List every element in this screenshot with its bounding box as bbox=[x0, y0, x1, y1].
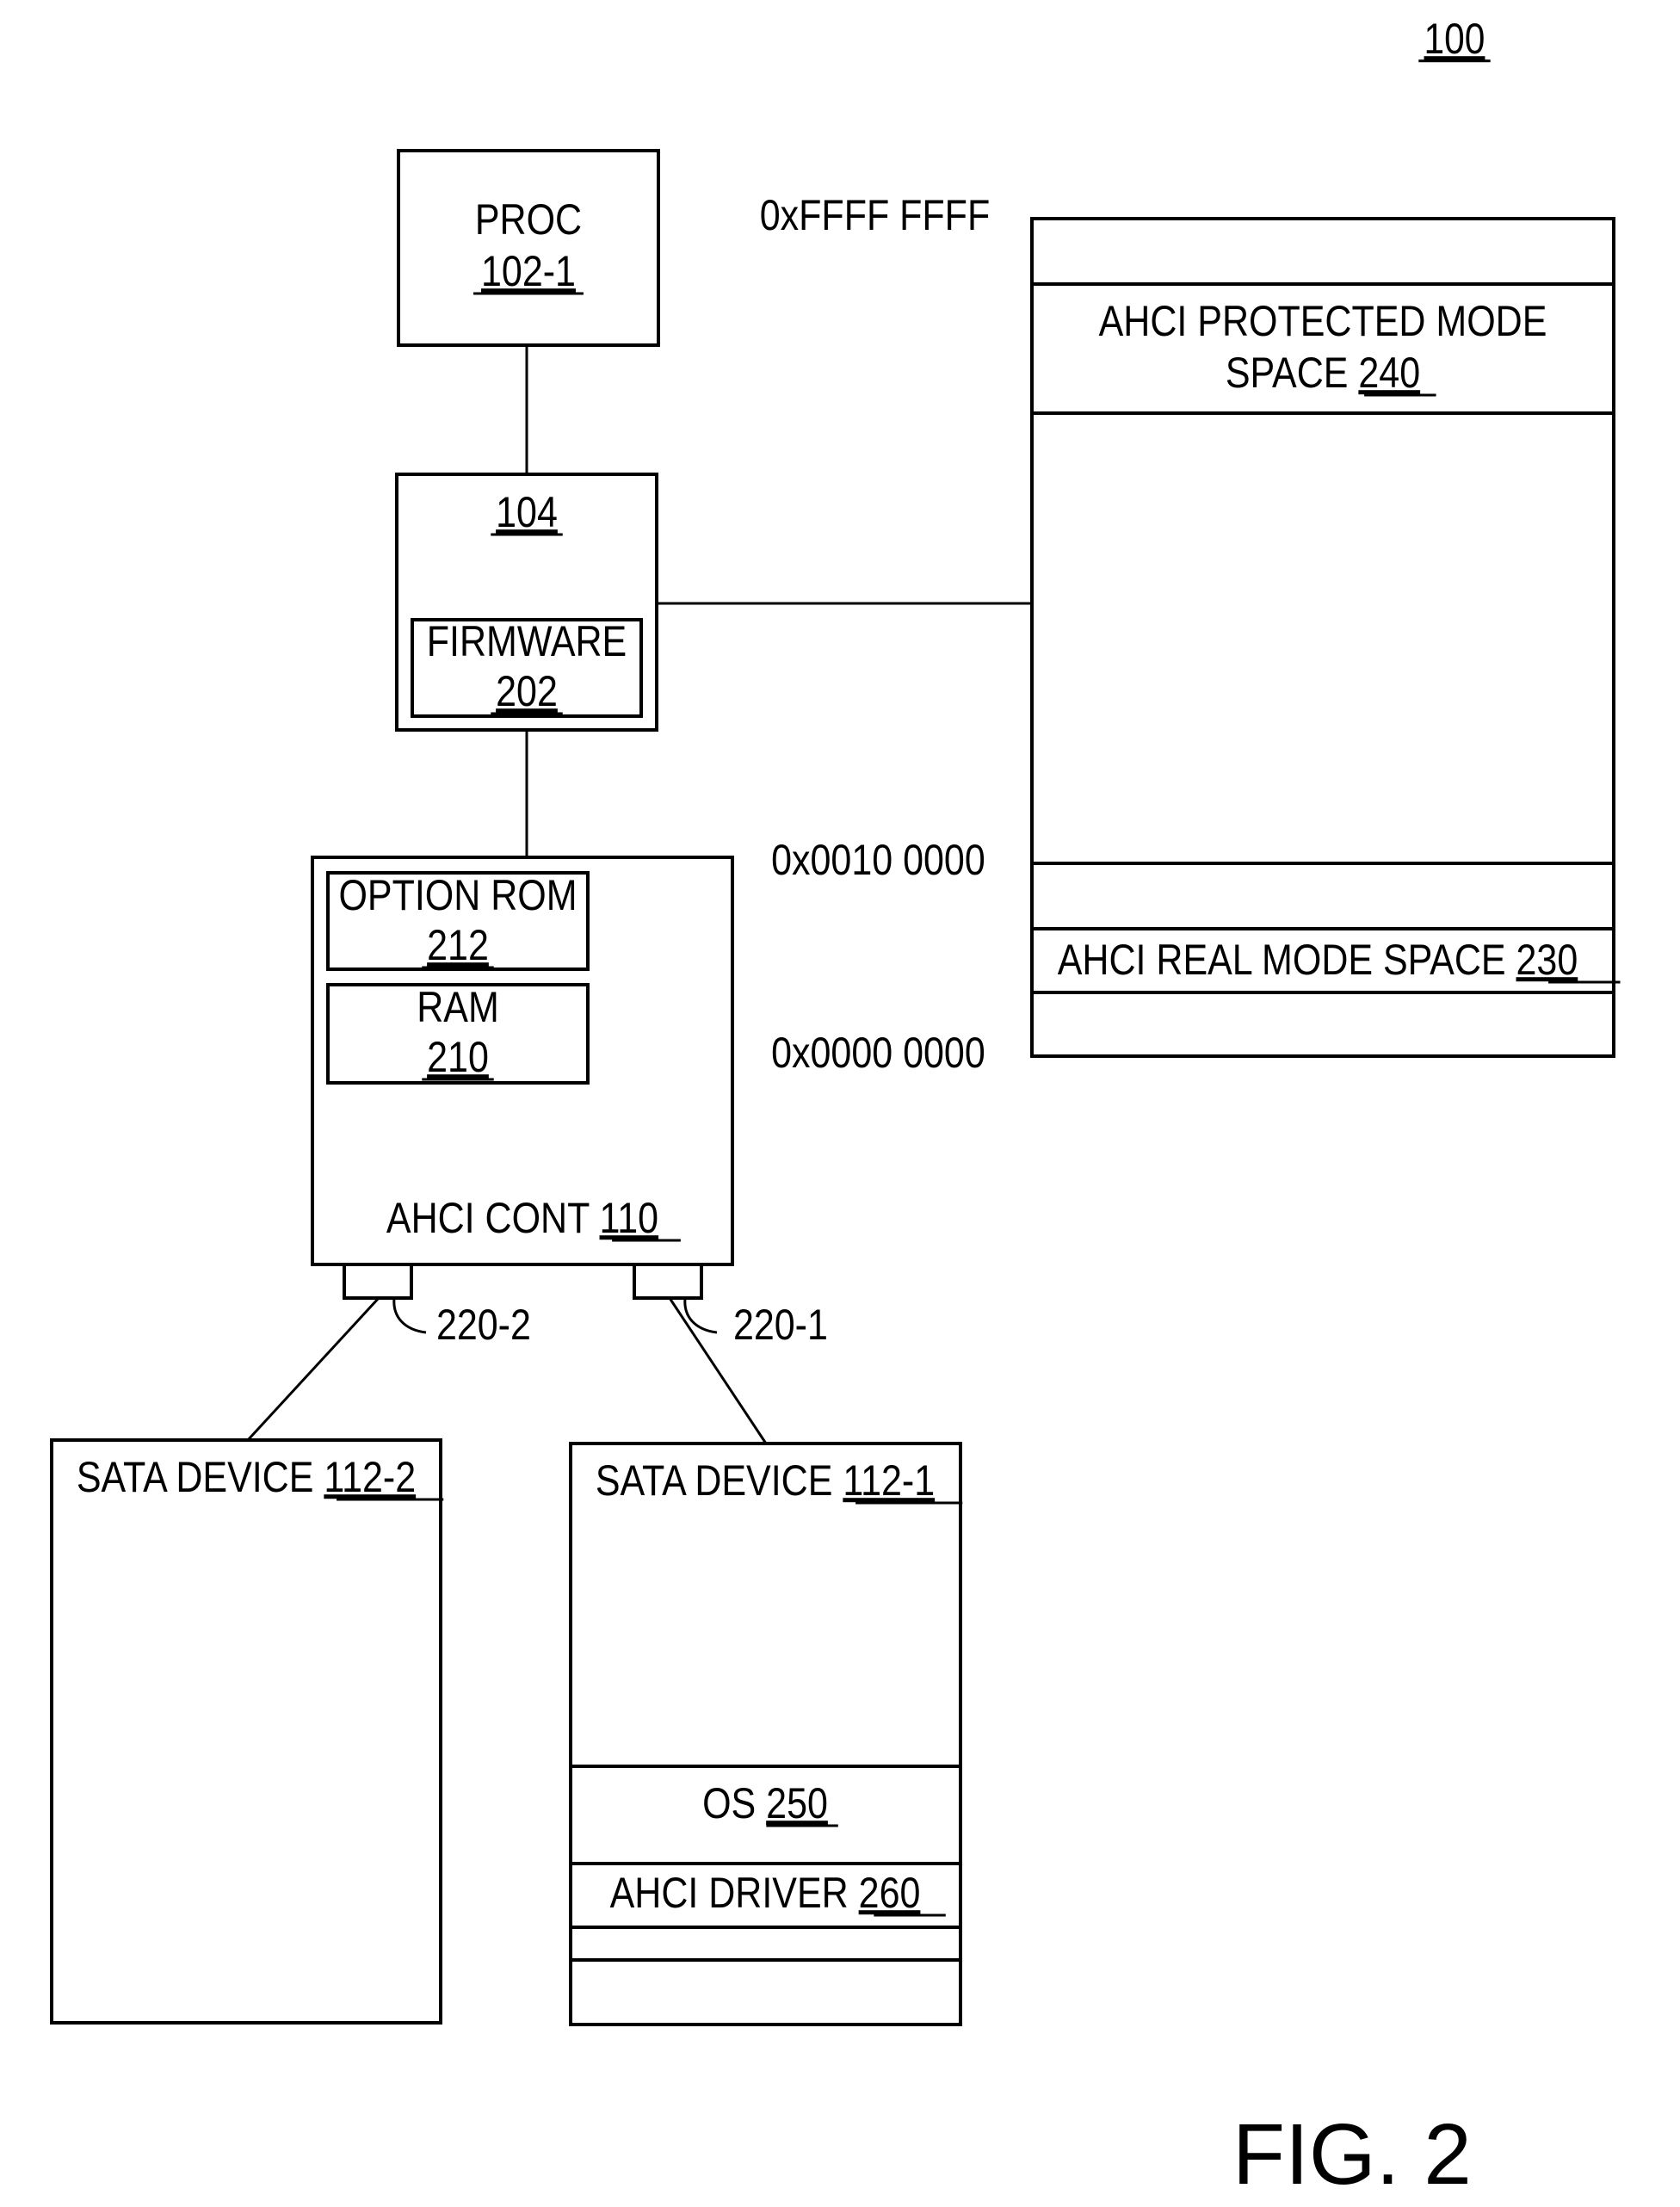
chipset-ref: 104 bbox=[496, 488, 558, 536]
ram-ref: 210 bbox=[427, 1033, 489, 1081]
real-mode-label: AHCI REAL MODE SPACE 230 bbox=[1058, 936, 1578, 984]
port-2-ref: 220-2 bbox=[436, 1301, 531, 1349]
processor-ref: 102-1 bbox=[481, 247, 576, 295]
chipset-block: 104 FIRMWARE 202 bbox=[395, 473, 658, 732]
memory-top-address: 0xFFFF FFFF bbox=[760, 191, 990, 239]
port-1-box bbox=[633, 1263, 703, 1300]
sata-device-1-box bbox=[569, 1442, 962, 2026]
firmware-ref: 202 bbox=[496, 667, 558, 715]
os-label: OS 250 bbox=[702, 1779, 828, 1827]
sata-device-1-label: SATA DEVICE 112-1 bbox=[596, 1456, 935, 1505]
ahci-controller-label: AHCI CONT 110 bbox=[386, 1194, 658, 1242]
option-rom-ref: 212 bbox=[427, 921, 489, 969]
ahci-driver-label: AHCI DRIVER 260 bbox=[610, 1869, 921, 1917]
sata-device-1-block: SATA DEVICE 112-1 OS 250 AHCI DRIVER 260 bbox=[569, 1442, 962, 2026]
diagram-canvas: 100 PROC 102-1 104 FIRMWARE 202 OPTION R… bbox=[50, 15, 1621, 2203]
memory-mid-address: 0x0010 0000 bbox=[771, 836, 985, 884]
sata-device-2-block: SATA DEVICE 112-2 bbox=[50, 1438, 442, 2025]
ram-title: RAM bbox=[417, 983, 499, 1031]
port-2-leader bbox=[392, 1297, 427, 1334]
processor-block: PROC 102-1 bbox=[397, 149, 660, 347]
processor-title: PROC bbox=[475, 195, 582, 244]
firmware-title: FIRMWARE bbox=[427, 617, 627, 665]
memory-bottom-address: 0x0000 0000 bbox=[771, 1029, 985, 1077]
option-rom-title: OPTION ROM bbox=[338, 871, 577, 919]
port-220-1: 220-1 bbox=[633, 1263, 828, 1349]
figure-caption: FIG. 2 bbox=[1232, 2106, 1472, 2203]
ahci-controller-block: OPTION ROM 212 RAM 210 AHCI CONT 110 bbox=[311, 856, 734, 1266]
protected-mode-title-line2: SPACE 240 bbox=[1226, 349, 1420, 397]
port2-to-sata2-link bbox=[246, 1296, 380, 1442]
sata-device-2-box bbox=[50, 1438, 442, 2025]
port-1-ref: 220-1 bbox=[733, 1301, 828, 1349]
memory-map: 0xFFFF FFFF 0x0010 0000 0x0000 0000 AHCI… bbox=[760, 191, 1615, 1077]
sata-device-2-label: SATA DEVICE 112-2 bbox=[77, 1453, 416, 1501]
protected-mode-title-line1: AHCI PROTECTED MODE bbox=[1099, 297, 1547, 345]
port-2-box bbox=[343, 1263, 413, 1300]
figure-ref-number: 100 bbox=[1424, 15, 1485, 63]
